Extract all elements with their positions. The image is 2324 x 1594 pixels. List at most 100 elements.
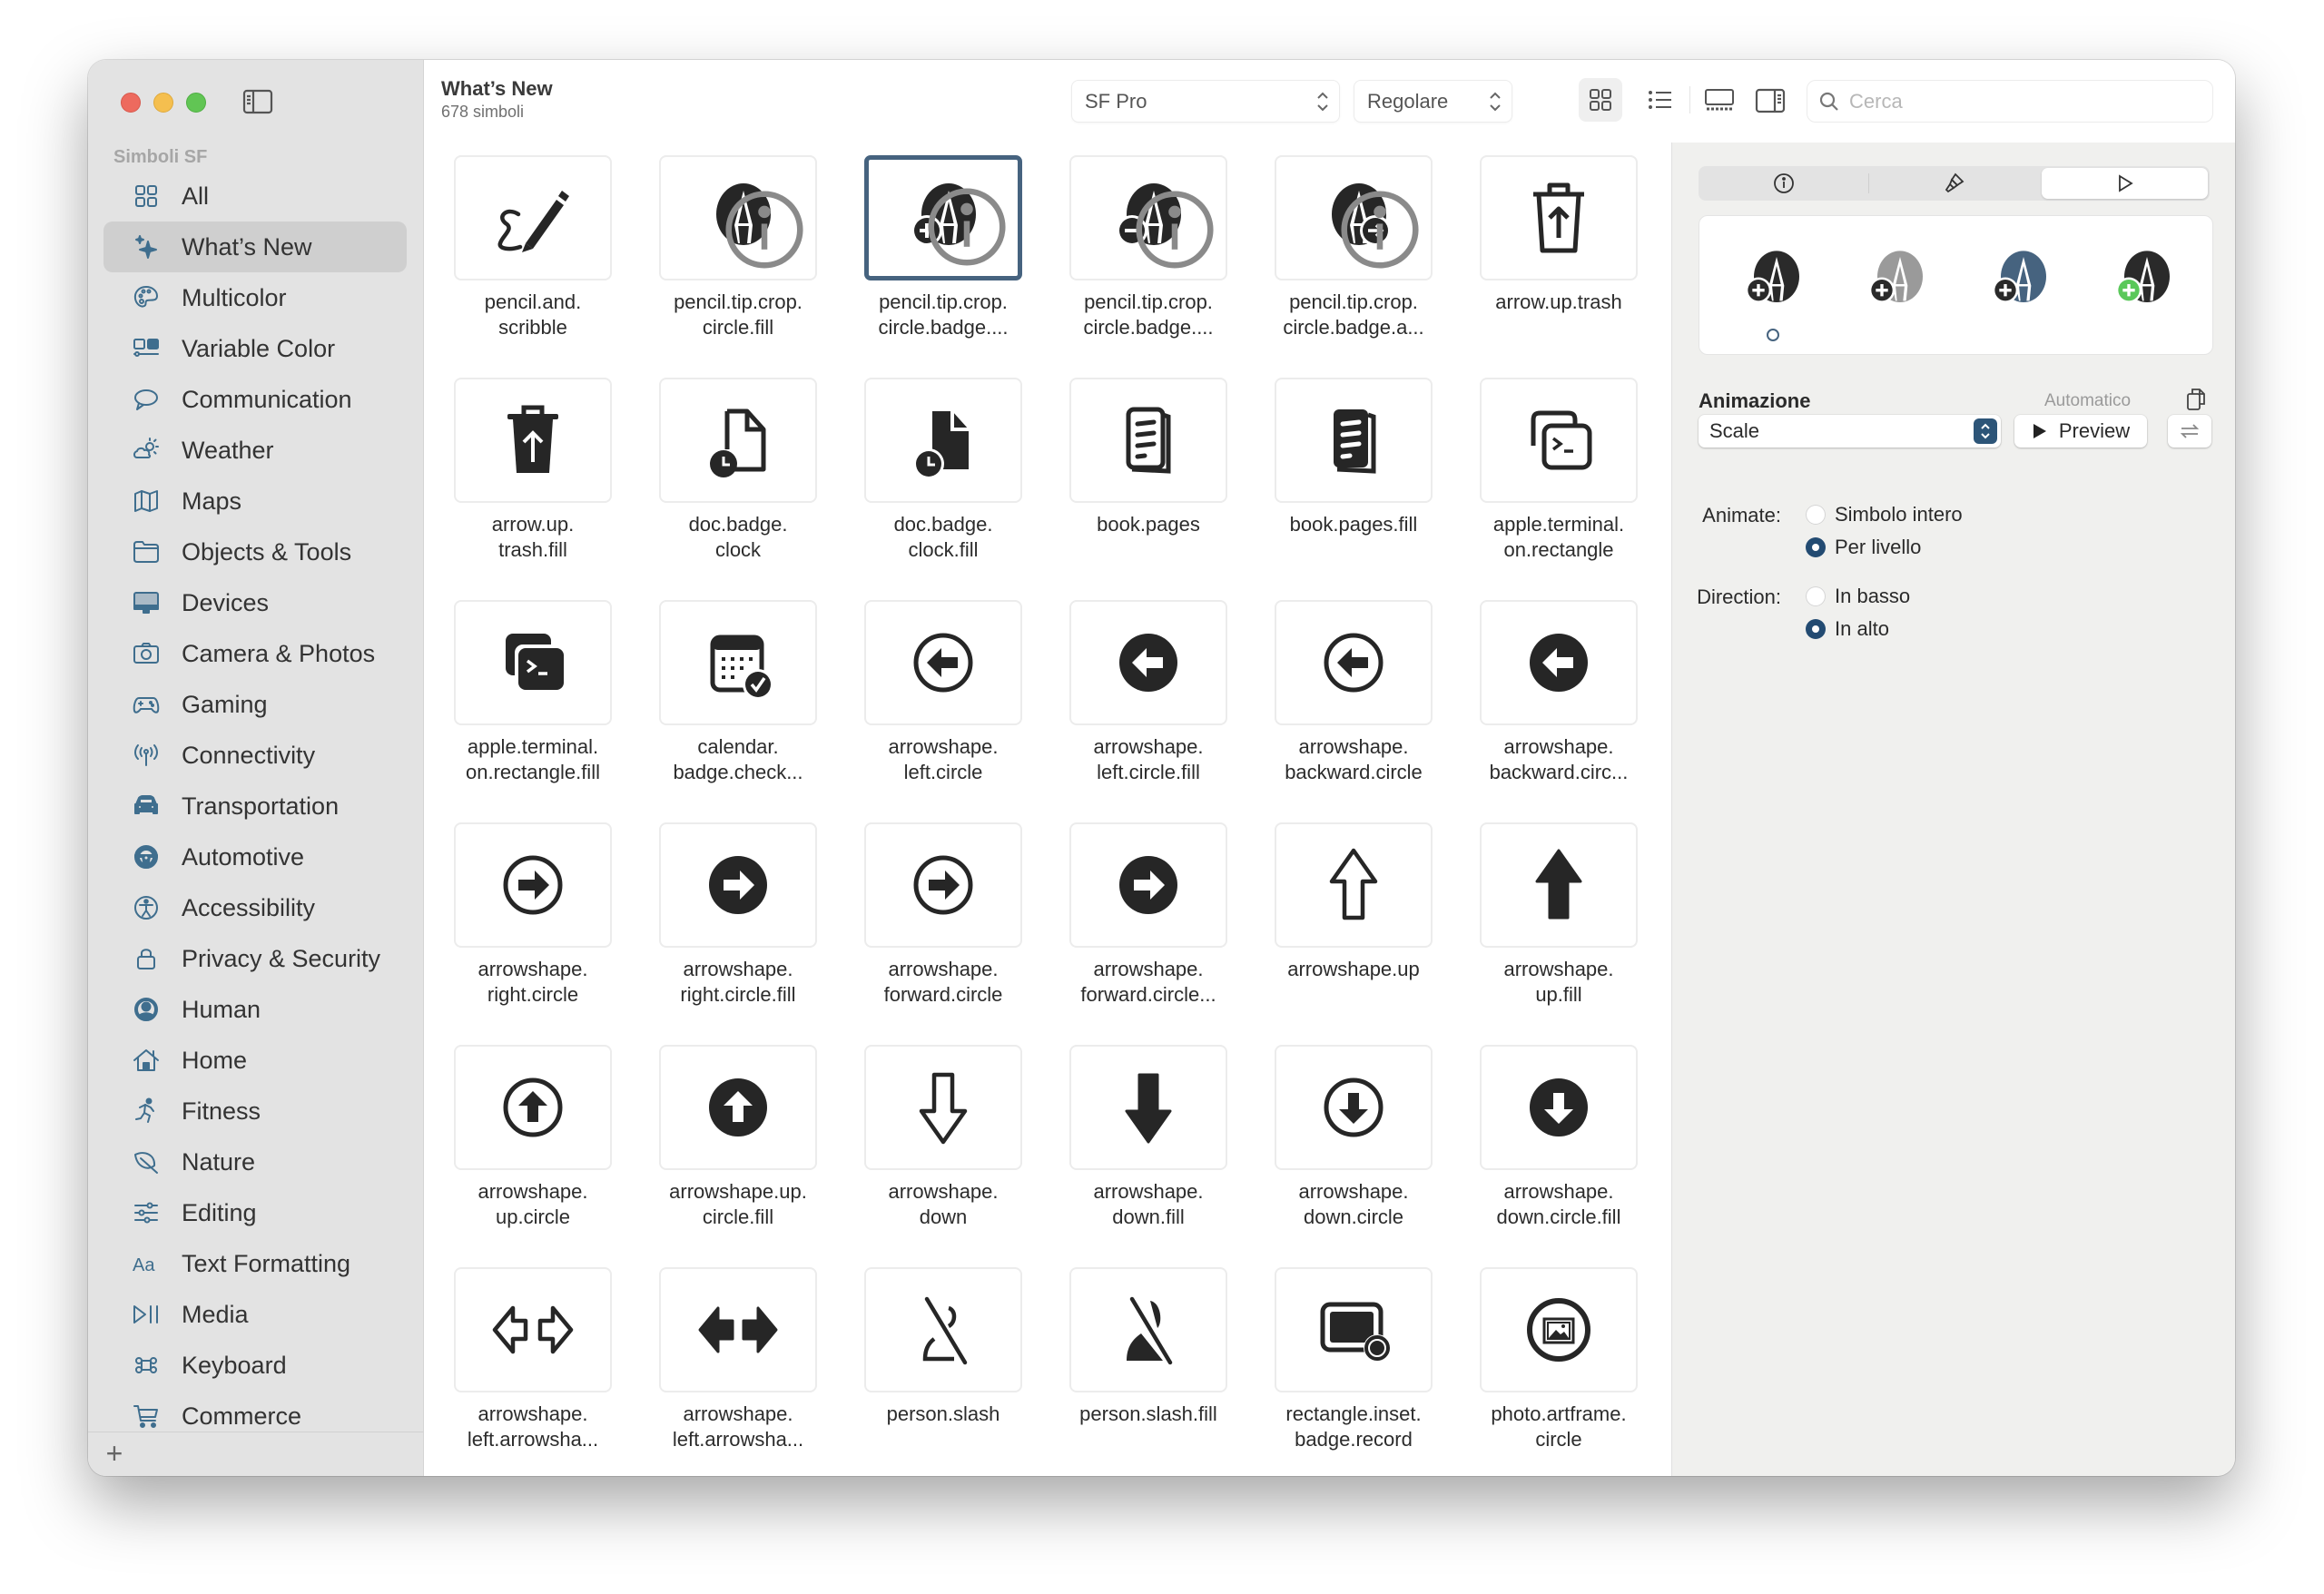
sidebar-item-accessibility[interactable]: Accessibility (103, 882, 407, 933)
radio-button[interactable] (1806, 505, 1826, 525)
tab-animation[interactable] (2041, 168, 2208, 199)
sidebar-item-camera-and-photos[interactable]: Camera & Photos (103, 628, 407, 679)
symbol-tile[interactable] (864, 822, 1022, 948)
symbol-tile[interactable] (1275, 1045, 1433, 1170)
search-input[interactable] (1849, 89, 2194, 113)
symbol-tile[interactable] (454, 155, 612, 280)
sidebar-item-human[interactable]: Human (103, 984, 407, 1035)
symbol-tile[interactable] (1275, 155, 1433, 280)
sidebar-item-automotive[interactable]: Automotive (103, 831, 407, 882)
close-button[interactable] (121, 93, 141, 113)
symbol-cell[interactable]: arrowshape. right.circle.fill (659, 822, 817, 1006)
animation-effect-select[interactable]: Scale (1699, 415, 2001, 448)
sidebar-item-editing[interactable]: Editing (103, 1187, 407, 1238)
symbol-cell[interactable]: arrowshape. backward.circle (1275, 600, 1433, 783)
zoom-button[interactable] (186, 93, 206, 113)
inspector-toggle-button[interactable] (1752, 83, 1788, 119)
symbol-cell[interactable]: arrowshape. down.fill (1069, 1045, 1227, 1228)
rendering-variant-palette[interactable] (1983, 243, 2055, 316)
symbol-cell[interactable]: apple.terminal. on.rectangle.fill (454, 600, 612, 783)
symbol-cell[interactable]: book.pages.fill (1275, 378, 1433, 536)
sidebar-item-gaming[interactable]: Gaming (103, 679, 407, 730)
sidebar-item-multicolor[interactable]: Multicolor (103, 272, 407, 323)
symbol-tile[interactable] (864, 1045, 1022, 1170)
grid-view-button[interactable] (1579, 78, 1622, 122)
rendering-variant-hierarchical[interactable] (1859, 243, 1932, 316)
font-popup[interactable]: SF Pro (1071, 80, 1340, 123)
sidebar-item-communication[interactable]: Communication (103, 374, 407, 425)
sidebar-item-home[interactable]: Home (103, 1035, 407, 1086)
symbol-cell[interactable]: arrowshape.up. circle.fill (659, 1045, 817, 1228)
symbol-cell[interactable]: arrow.up. trash.fill (454, 378, 612, 561)
symbol-tile[interactable] (454, 822, 612, 948)
radio-in-basso[interactable]: In basso (1806, 585, 1910, 608)
symbol-tile-selected[interactable] (864, 155, 1022, 280)
symbol-cell[interactable]: arrowshape. left.circle (864, 600, 1022, 783)
sidebar-item-variable-color[interactable]: Variable Color (103, 323, 407, 374)
symbol-tile[interactable] (454, 600, 612, 725)
symbol-cell[interactable]: person.slash (864, 1267, 1022, 1425)
symbol-tile[interactable] (659, 600, 817, 725)
symbol-cell[interactable]: pencil.tip.crop. circle.badge.... (1069, 155, 1227, 339)
symbol-cell[interactable]: arrowshape. down (864, 1045, 1022, 1228)
info-icon[interactable] (923, 183, 1010, 271)
info-icon[interactable] (1336, 186, 1423, 273)
symbol-tile[interactable] (454, 1045, 612, 1170)
symbol-cell[interactable]: doc.badge. clock.fill (864, 378, 1022, 561)
sidebar-item-objects-and-tools[interactable]: Objects & Tools (103, 526, 407, 577)
symbol-tile[interactable] (1480, 378, 1638, 503)
symbol-cell[interactable]: pencil.and. scribble (454, 155, 612, 339)
info-icon[interactable] (721, 186, 808, 273)
symbol-tile[interactable] (659, 155, 817, 280)
symbol-cell[interactable]: arrowshape.up (1275, 822, 1433, 980)
symbol-cell[interactable]: arrowshape. up.fill (1480, 822, 1638, 1006)
symbol-tile[interactable] (1480, 1045, 1638, 1170)
symbol-cell[interactable]: arrowshape. left.circle.fill (1069, 600, 1227, 783)
symbol-tile[interactable] (1275, 378, 1433, 503)
symbol-tile[interactable] (1069, 822, 1227, 948)
info-icon[interactable] (1131, 186, 1218, 273)
symbol-cell[interactable]: arrowshape. forward.circle (864, 822, 1022, 1006)
symbol-tile[interactable] (659, 1267, 817, 1392)
sidebar-item-keyboard[interactable]: Keyboard (103, 1340, 407, 1391)
symbol-cell[interactable]: calendar. badge.check... (659, 600, 817, 783)
add-collection-button[interactable]: + (101, 1439, 128, 1468)
sidebar-item-devices[interactable]: Devices (103, 577, 407, 628)
sidebar-item-privacy-and-security[interactable]: Privacy & Security (103, 933, 407, 984)
symbol-cell[interactable]: apple.terminal. on.rectangle (1480, 378, 1638, 561)
symbol-cell[interactable]: arrowshape. forward.circle... (1069, 822, 1227, 1006)
sidebar-item-transportation[interactable]: Transportation (103, 781, 407, 831)
tab-rendering[interactable] (1871, 168, 2037, 199)
symbol-tile[interactable] (454, 378, 612, 503)
symbol-cell[interactable]: arrowshape. left.arrowsha... (454, 1267, 612, 1451)
symbol-tile[interactable] (1275, 822, 1433, 948)
symbol-cell[interactable]: arrowshape. down.circle (1275, 1045, 1433, 1228)
symbol-tile[interactable] (454, 1267, 612, 1392)
minimize-button[interactable] (153, 93, 173, 113)
sidebar-toggle-button[interactable] (242, 89, 273, 114)
copy-button[interactable] (2184, 386, 2208, 413)
symbol-tile[interactable] (1480, 1267, 1638, 1392)
symbol-tile[interactable] (864, 600, 1022, 725)
list-view-button[interactable] (1639, 78, 1682, 122)
symbol-cell[interactable]: arrowshape. backward.circ... (1480, 600, 1638, 783)
radio-button[interactable] (1806, 586, 1826, 606)
symbol-cell[interactable]: arrowshape. right.circle (454, 822, 612, 1006)
rendering-variant-multicolor[interactable] (2106, 243, 2179, 316)
symbol-cell[interactable]: book.pages (1069, 378, 1227, 536)
symbol-tile[interactable] (1480, 822, 1638, 948)
symbol-cell[interactable]: arrowshape. down.circle.fill (1480, 1045, 1638, 1228)
gallery-view-button[interactable] (1698, 78, 1741, 122)
symbol-tile[interactable] (1069, 155, 1227, 280)
symbol-tile[interactable] (1480, 600, 1638, 725)
symbol-cell[interactable]: arrow.up.trash (1480, 155, 1638, 313)
symbol-cell[interactable]: pencil.tip.crop. circle.badge.... (864, 155, 1022, 339)
sidebar-item-all[interactable]: All (103, 171, 407, 221)
symbol-cell[interactable]: pencil.tip.crop. circle.fill (659, 155, 817, 339)
repeat-button[interactable] (2168, 415, 2211, 448)
symbol-tile[interactable] (1069, 1267, 1227, 1392)
symbol-tile[interactable] (659, 1045, 817, 1170)
sidebar-item-text-formatting[interactable]: Aa Text Formatting (103, 1238, 407, 1289)
rendering-variant-monochrome[interactable] (1736, 243, 1808, 316)
symbol-cell[interactable]: doc.badge. clock (659, 378, 817, 561)
